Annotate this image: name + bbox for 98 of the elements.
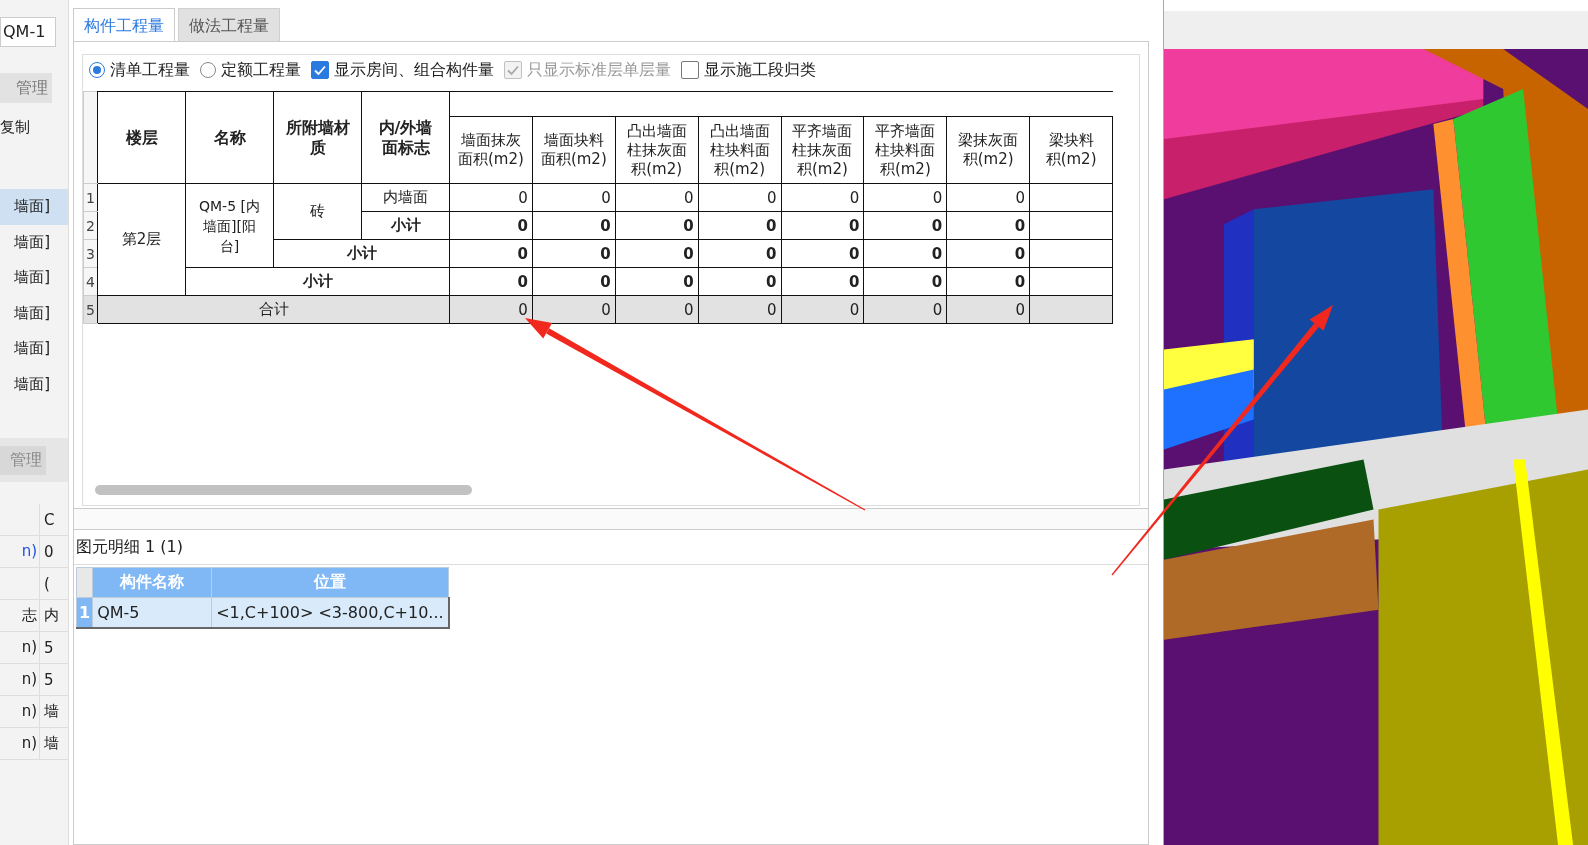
property-value: 内	[43, 606, 59, 625]
table-cell: 0	[615, 267, 699, 296]
property-name: n)	[0, 536, 40, 567]
table-cell: 0	[532, 183, 616, 212]
column-header: 楼层	[97, 91, 186, 184]
column-header: 所附墙材 质	[273, 91, 362, 184]
property-name: n)	[0, 632, 40, 663]
list-item[interactable]: 墙面]	[0, 189, 68, 225]
table-cell: 0	[449, 295, 533, 324]
column-header: 位置	[211, 567, 449, 598]
property-name: n)	[0, 728, 40, 759]
table-cell: 0	[615, 239, 699, 268]
column-header: 平齐墙面 柱抹灰面 积(m2)	[781, 116, 864, 184]
table-cell: 小计	[185, 267, 450, 296]
list-item[interactable]: 墙面]	[0, 366, 68, 402]
row-number: 2	[83, 211, 98, 240]
table-cell: 合计	[97, 295, 450, 324]
column-header: 构件名称	[92, 567, 212, 598]
property-value: 5	[43, 670, 54, 689]
table-cell: QM-5 [内 墙面][阳 台]	[185, 183, 274, 268]
list-item[interactable]: 墙面]	[0, 331, 68, 367]
property-value: 5	[43, 638, 54, 657]
tab[interactable]: 构件工程量	[73, 8, 175, 42]
option-label: 只显示标准层单层量	[527, 59, 671, 81]
table-cell: 0	[449, 183, 533, 212]
table-cell: 0	[946, 295, 1030, 324]
table-cell: 0	[698, 295, 781, 324]
table-cell[interactable]: <1,C+100> <3-800,C+10...	[211, 597, 449, 628]
table-cell: 0	[449, 211, 533, 240]
table-cell: 0	[698, 211, 781, 240]
property-value: 墙	[43, 734, 59, 753]
column-header: 墙面抹灰 面积(m2)	[449, 116, 533, 184]
table-cell: 0	[863, 295, 947, 324]
column-header: 平齐墙面 柱块料面 积(m2)	[863, 116, 947, 184]
table-cell: 0	[615, 183, 699, 212]
table-cell: 0	[698, 183, 781, 212]
column-header: 梁抹灰面 积(m2)	[946, 116, 1030, 184]
table-cell: 0	[781, 211, 864, 240]
table-cell: 0	[946, 267, 1030, 296]
table-cell: 砖	[273, 183, 362, 240]
table-cell: 0	[781, 295, 864, 324]
column-header: 名称	[185, 91, 274, 184]
column-header: 梁块料 积(m2)	[1029, 116, 1113, 184]
panel-tab[interactable]: 管理	[0, 73, 52, 103]
table-cell[interactable]: QM-5	[92, 597, 212, 628]
property-name: n)	[0, 664, 40, 695]
table-cell: 0	[781, 267, 864, 296]
option-label: 清单工程量	[110, 59, 190, 81]
table-cell: 0	[946, 183, 1030, 212]
list-item[interactable]: 墙面]	[0, 295, 68, 331]
property-value: (	[43, 574, 50, 593]
list-item[interactable]: 墙面]	[0, 260, 68, 296]
table-cell: 0	[449, 267, 533, 296]
table-cell: 小计	[361, 211, 450, 240]
table-cell: 内墙面	[361, 183, 450, 212]
table-cell: 0	[863, 239, 947, 268]
table-cell: 0	[781, 183, 864, 212]
column-header: 墙面块料 面积(m2)	[532, 116, 616, 184]
copy-button[interactable]: 复制	[0, 113, 68, 141]
table-cell: 小计	[273, 239, 450, 268]
property-value: 0	[43, 542, 54, 561]
option-label: 显示施工段归类	[704, 59, 816, 81]
option-label: 显示房间、组合构件量	[334, 59, 494, 81]
name-field[interactable]: QM-1	[0, 17, 56, 47]
table-cell: 0	[863, 211, 947, 240]
column-header: 内/外墙 面标志	[361, 91, 450, 184]
section-title: 图元明细 1 (1)	[74, 530, 1148, 565]
row-number: 1	[76, 597, 93, 628]
table-cell: 0	[532, 239, 616, 268]
table-cell: 0	[532, 267, 616, 296]
table-cell: 0	[532, 211, 616, 240]
scrollbar-thumb[interactable]	[95, 485, 472, 495]
table-cell: 0	[615, 211, 699, 240]
table-cell: 0	[698, 239, 781, 268]
table-cell: 0	[532, 295, 616, 324]
property-value: C	[43, 510, 55, 529]
property-value: 墙	[43, 702, 59, 721]
column-header: 凸出墙面 柱块料面 积(m2)	[698, 116, 781, 184]
row-number: 5	[83, 295, 98, 324]
table-cell: 0	[449, 239, 533, 268]
property-name: 志	[0, 600, 40, 631]
tab[interactable]: 做法工程量	[178, 8, 280, 42]
row-number: 3	[83, 239, 98, 268]
table-cell: 0	[863, 267, 947, 296]
table-cell: 0	[946, 239, 1030, 268]
property-name: n)	[0, 696, 40, 727]
checkbox[interactable]	[311, 61, 329, 79]
table-cell: 0	[863, 183, 947, 212]
table-cell: 0	[946, 211, 1030, 240]
checkbox[interactable]	[681, 61, 699, 79]
row-number: 1	[83, 183, 98, 212]
table-cell: 0	[781, 239, 864, 268]
table-cell: 0	[698, 267, 781, 296]
column-header: 凸出墙面 柱抹灰面 积(m2)	[615, 116, 699, 184]
list-item[interactable]: 墙面]	[0, 224, 68, 260]
row-number: 4	[83, 267, 98, 296]
option-label: 定额工程量	[221, 59, 301, 81]
table-cell: 0	[615, 295, 699, 324]
